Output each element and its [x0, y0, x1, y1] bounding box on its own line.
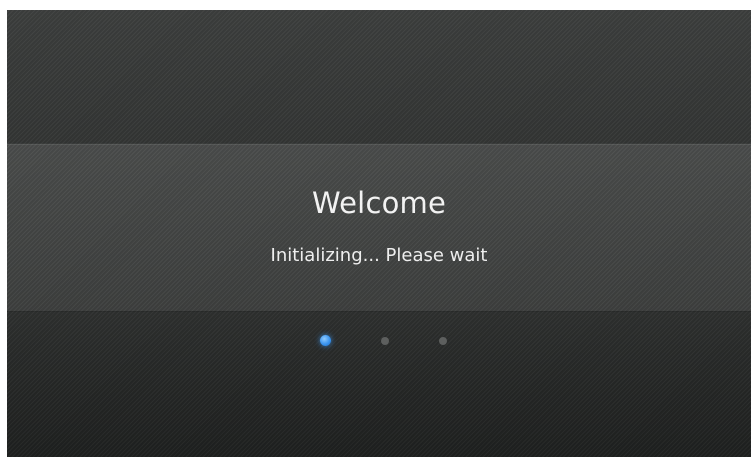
message-band [7, 144, 751, 311]
progress-dot-2 [381, 337, 389, 345]
top-band [7, 10, 751, 143]
welcome-screen: Welcome Initializing... Please wait [7, 10, 751, 457]
progress-dot-1 [320, 335, 331, 346]
progress-dot-3 [439, 337, 447, 345]
bottom-band [7, 311, 751, 457]
initializing-status-text: Initializing... Please wait [270, 245, 488, 266]
welcome-title: Welcome [311, 186, 447, 220]
